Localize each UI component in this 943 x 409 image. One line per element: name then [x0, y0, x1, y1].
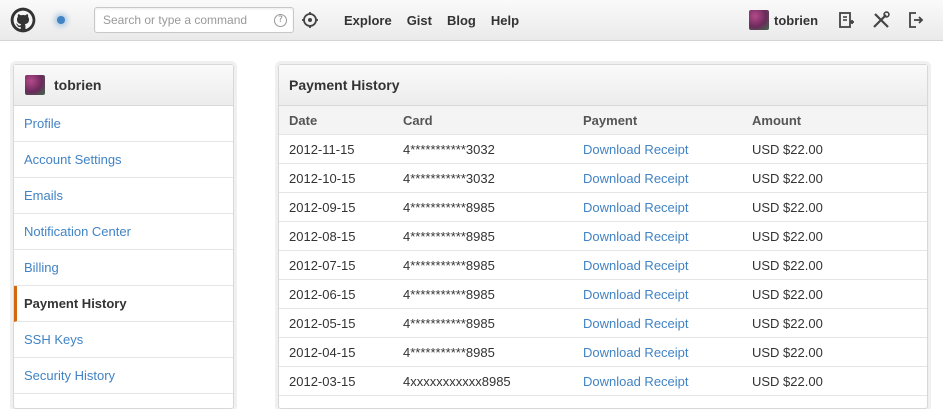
- amount-cell: USD $22.00: [752, 287, 823, 302]
- table-row: 2012-11-15 4***********3032 Download Recei…: [279, 135, 927, 164]
- table-row: 2012-09-15 4***********8985 Download Recei…: [279, 193, 927, 222]
- github-octocat-icon[interactable]: [10, 7, 36, 33]
- download-receipt-link[interactable]: Download Receipt: [583, 374, 689, 389]
- table-row: 2012-10-15 4***********3032 Download Recei…: [279, 164, 927, 193]
- search-input[interactable]: [95, 8, 271, 32]
- amount-cell: USD $22.00: [752, 142, 823, 157]
- sidebar-item-account-settings[interactable]: Account Settings: [14, 142, 233, 178]
- amount-cell: USD $22.00: [752, 345, 823, 360]
- settings-tools-icon[interactable]: [871, 10, 891, 30]
- page-title: Payment History: [279, 65, 927, 106]
- sidebar-item-ssh-keys[interactable]: SSH Keys: [14, 322, 233, 358]
- download-receipt-link[interactable]: Download Receipt: [583, 200, 689, 215]
- table-header: Date Card Payment Amount: [279, 106, 927, 135]
- amount-cell: USD $22.00: [752, 374, 823, 389]
- user-menu[interactable]: tobrien: [749, 10, 818, 30]
- table-row: 2012-06-15 4***********8985 Download Recei…: [279, 280, 927, 309]
- sidebar-item-emails[interactable]: Emails: [14, 178, 233, 214]
- amount-cell: USD $22.00: [752, 258, 823, 273]
- card-cell: 4***********8985: [403, 258, 495, 273]
- main-nav: Explore Gist Blog Help: [344, 0, 534, 41]
- card-cell: 4***********8985: [403, 345, 495, 360]
- table-row: 2012-04-15 4***********8985 Download Recei…: [279, 338, 927, 367]
- amount-cell: USD $22.00: [752, 200, 823, 215]
- sidebar-item-payment-history[interactable]: Payment History: [14, 286, 233, 322]
- column-header-payment: Payment: [583, 113, 638, 128]
- nav-gist[interactable]: Gist: [407, 13, 432, 28]
- date-cell: 2012-08-15: [289, 229, 356, 244]
- table-row: 2012-05-15 4***********8985 Download Recei…: [279, 309, 927, 338]
- sidebar-item-profile[interactable]: Profile: [14, 106, 233, 142]
- sidebar-item-billing[interactable]: Billing: [14, 250, 233, 286]
- card-cell: 4***********3032: [403, 171, 495, 186]
- sidebar-username: tobrien: [54, 77, 102, 93]
- notifications-button[interactable]: [50, 9, 72, 31]
- table-row: 2012-08-15 4***********8985 Download Recei…: [279, 222, 927, 251]
- notification-dot-icon: [57, 16, 65, 24]
- card-cell: 4***********8985: [403, 200, 495, 215]
- sign-out-icon[interactable]: [906, 10, 926, 30]
- card-cell: 4***********3032: [403, 142, 495, 157]
- column-header-amount: Amount: [752, 113, 802, 128]
- date-cell: 2012-07-15: [289, 258, 356, 273]
- download-receipt-link[interactable]: Download Receipt: [583, 345, 689, 360]
- help-icon[interactable]: ?: [274, 14, 287, 27]
- date-cell: 2012-09-15: [289, 200, 356, 215]
- column-header-card: Card: [403, 113, 433, 128]
- nav-explore[interactable]: Explore: [344, 13, 392, 28]
- amount-cell: USD $22.00: [752, 171, 823, 186]
- table-row: 2012-03-15 4xxxxxxxxxxx8985 Download Recei…: [279, 367, 927, 396]
- sidebar-item-notification-center[interactable]: Notification Center: [14, 214, 233, 250]
- date-cell: 2012-05-15: [289, 316, 356, 331]
- payment-history-panel: Payment History Date Card Payment Amount…: [278, 64, 928, 409]
- card-cell: 4xxxxxxxxxxx8985: [403, 374, 511, 389]
- top-header: ? Explore Gist Blog Help tobrien: [0, 0, 943, 41]
- card-cell: 4***********8985: [403, 287, 495, 302]
- command-palette-icon[interactable]: [300, 10, 320, 30]
- column-header-date: Date: [289, 113, 318, 128]
- amount-cell: USD $22.00: [752, 316, 823, 331]
- download-receipt-link[interactable]: Download Receipt: [583, 316, 689, 331]
- nav-help[interactable]: Help: [491, 13, 519, 28]
- date-cell: 2012-10-15: [289, 171, 356, 186]
- download-receipt-link[interactable]: Download Receipt: [583, 229, 689, 244]
- card-cell: 4***********8985: [403, 229, 495, 244]
- avatar: [25, 75, 45, 95]
- amount-cell: USD $22.00: [752, 229, 823, 244]
- download-receipt-link[interactable]: Download Receipt: [583, 258, 689, 273]
- sidebar-header: tobrien: [14, 65, 233, 106]
- date-cell: 2012-06-15: [289, 287, 356, 302]
- download-receipt-link[interactable]: Download Receipt: [583, 142, 689, 157]
- card-cell: 4***********8985: [403, 316, 495, 331]
- settings-sidebar: tobrien Profile Account Settings Emails …: [13, 64, 234, 409]
- search-box: ?: [94, 7, 294, 33]
- date-cell: 2012-03-15: [289, 374, 356, 389]
- date-cell: 2012-11-15: [289, 142, 355, 157]
- avatar: [749, 10, 769, 30]
- download-receipt-link[interactable]: Download Receipt: [583, 287, 689, 302]
- nav-blog[interactable]: Blog: [447, 13, 476, 28]
- date-cell: 2012-04-15: [289, 345, 356, 360]
- payment-table-body: 2012-11-15 4***********3032 Download Recei…: [279, 135, 927, 396]
- sidebar-item-security-history[interactable]: Security History: [14, 358, 233, 394]
- new-repo-icon[interactable]: [836, 10, 856, 30]
- table-row: 2012-07-15 4***********8985 Download Recei…: [279, 251, 927, 280]
- download-receipt-link[interactable]: Download Receipt: [583, 171, 689, 186]
- header-username: tobrien: [774, 12, 819, 28]
